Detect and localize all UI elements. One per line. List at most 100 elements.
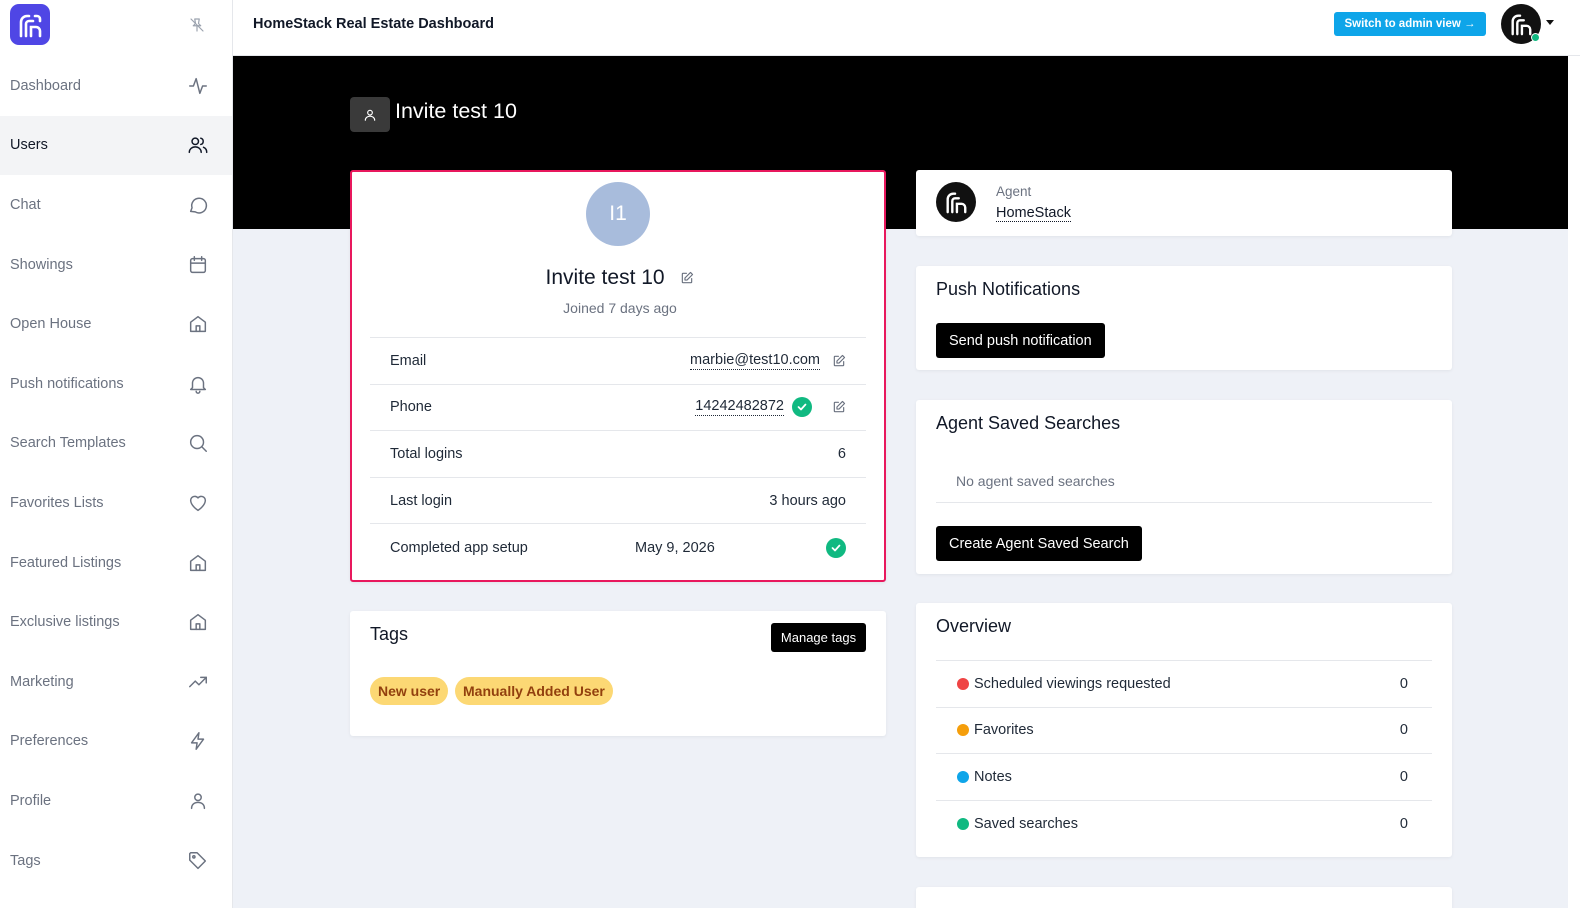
- overview-label: Notes: [974, 768, 1012, 785]
- page-title: Invite test 10: [395, 99, 517, 123]
- email-label: Email: [390, 352, 427, 369]
- tag-badge[interactable]: Manually Added User: [455, 677, 613, 705]
- empty-state-text: No agent saved searches: [936, 460, 1432, 503]
- push-notifications-title: Push Notifications: [936, 279, 1081, 299]
- sidebar-item-marketing[interactable]: Marketing: [0, 652, 232, 712]
- homestack-logo[interactable]: [10, 4, 50, 45]
- saved-searches-title: Agent Saved Searches: [936, 413, 1121, 433]
- sidebar-item-label: Users: [10, 137, 48, 154]
- chat-icon: [189, 197, 208, 214]
- agent-label: Agent: [996, 184, 1032, 199]
- create-saved-search-button[interactable]: Create Agent Saved Search: [936, 526, 1142, 561]
- phone-row: Phone 14242482872: [370, 385, 866, 432]
- email-value[interactable]: marbie@test10.com: [690, 352, 820, 370]
- agent-card: Agent HomeStack: [916, 170, 1452, 236]
- top-bar: HomeStack Real Estate Dashboard Switch t…: [233, 0, 1580, 56]
- status-dot: [957, 724, 969, 737]
- last-login-value: 3 hours ago: [769, 492, 846, 509]
- sidebar-item-label: Push notifications: [10, 375, 124, 392]
- next-card: [916, 887, 1452, 908]
- tag-badge[interactable]: New user: [370, 677, 449, 705]
- overview-label: Favorites: [974, 722, 1034, 739]
- list-item: Saved searches 0: [936, 801, 1432, 848]
- list-item: Notes 0: [936, 754, 1432, 801]
- agent-saved-searches-card: Agent Saved Searches No agent saved sear…: [916, 400, 1452, 574]
- tags-card: Tags Manage tags New user Manually Added…: [350, 611, 886, 736]
- pin-off-icon[interactable]: [188, 16, 206, 34]
- bell-icon: [189, 376, 207, 394]
- overview-title: Overview: [936, 616, 1012, 636]
- sidebar-nav: Dashboard Users Chat Showings Open House…: [0, 56, 232, 890]
- calendar-icon: [189, 255, 207, 273]
- edit-icon[interactable]: [832, 400, 846, 414]
- sidebar-item-label: Showings: [10, 256, 73, 273]
- scrollbar-track[interactable]: [1568, 56, 1580, 908]
- sidebar-item-tags[interactable]: Tags: [0, 831, 232, 891]
- manage-tags-button[interactable]: Manage tags: [771, 623, 866, 652]
- sidebar-item-preferences[interactable]: Preferences: [0, 712, 232, 772]
- phone-value[interactable]: 14242482872: [695, 398, 784, 417]
- sidebar-item-push-notifications[interactable]: Push notifications: [0, 354, 232, 414]
- sidebar-header: [0, 0, 232, 56]
- sidebar-item-favorites-lists[interactable]: Favorites Lists: [0, 473, 232, 533]
- sidebar-item-label: Dashboard: [10, 77, 81, 94]
- phone-label: Phone: [390, 399, 432, 416]
- users-icon: [188, 137, 208, 154]
- user-icon: [350, 97, 390, 132]
- completed-check-icon: [826, 537, 846, 558]
- user-name: Invite test 10: [545, 266, 665, 290]
- joined-text: Joined 7 days ago: [563, 300, 677, 316]
- total-logins-value: 6: [837, 445, 846, 462]
- sidebar-item-featured-listings[interactable]: Featured Listings: [0, 533, 232, 593]
- edit-icon[interactable]: [680, 271, 694, 285]
- sidebar-item-dashboard[interactable]: Dashboard: [0, 56, 232, 116]
- push-notifications-card: Push Notifications Send push notificatio…: [916, 266, 1452, 370]
- overview-label: Saved searches: [974, 815, 1078, 832]
- sidebar-item-open-house[interactable]: Open House: [0, 294, 232, 354]
- sidebar-item-label: Search Templates: [10, 435, 126, 452]
- sidebar-item-label: Marketing: [10, 673, 74, 690]
- agent-name-link[interactable]: HomeStack: [996, 205, 1071, 222]
- sidebar-item-label: Favorites Lists: [10, 494, 104, 511]
- tags-title: Tags: [370, 624, 409, 644]
- overview-value: 0: [1399, 722, 1408, 739]
- edit-icon[interactable]: [832, 354, 846, 368]
- status-dot: [957, 770, 969, 783]
- home-icon: [189, 554, 207, 571]
- sidebar-item-exclusive-listings[interactable]: Exclusive listings: [0, 592, 232, 652]
- switch-to-admin-button[interactable]: Switch to admin view →: [1334, 12, 1486, 36]
- agent-avatar: [936, 182, 976, 222]
- tag-icon: [189, 851, 207, 869]
- online-status-dot: [1531, 33, 1540, 42]
- send-push-notification-button[interactable]: Send push notification: [936, 323, 1105, 358]
- overview-value: 0: [1399, 768, 1408, 785]
- list-item: Scheduled viewings requested 0: [936, 661, 1432, 708]
- user-info-list: Email marbie@test10.com Phone 1424248287…: [370, 337, 866, 571]
- sidebar-item-showings[interactable]: Showings: [0, 235, 232, 295]
- sidebar: Dashboard Users Chat Showings Open House…: [0, 0, 233, 908]
- sidebar-item-profile[interactable]: Profile: [0, 771, 232, 831]
- activity-icon: [189, 77, 207, 94]
- sidebar-item-label: Profile: [10, 792, 52, 809]
- user-icon: [190, 793, 206, 809]
- last-login-label: Last login: [390, 492, 453, 509]
- list-item: Favorites 0: [936, 708, 1432, 754]
- app-title: HomeStack Real Estate Dashboard: [253, 16, 494, 32]
- chevron-down-icon[interactable]: [1546, 20, 1554, 25]
- user-name-row: Invite test 10: [352, 266, 888, 290]
- avatar: I1: [586, 182, 650, 246]
- app-setup-date: May 9, 2026: [635, 539, 715, 556]
- sidebar-item-label: Tags: [10, 852, 41, 869]
- verified-check-icon: [792, 397, 812, 418]
- total-logins-label: Total logins: [390, 445, 463, 462]
- sidebar-item-search-templates[interactable]: Search Templates: [0, 414, 232, 474]
- trending-up-icon: [189, 676, 207, 688]
- app-setup-label: Completed app setup: [390, 539, 528, 556]
- sidebar-item-users[interactable]: Users: [0, 115, 232, 176]
- status-dot: [957, 677, 969, 690]
- heart-icon: [189, 495, 207, 512]
- email-row: Email marbie@test10.com: [370, 338, 866, 385]
- sidebar-item-chat[interactable]: Chat: [0, 175, 232, 235]
- home-icon: [189, 316, 207, 333]
- search-icon: [189, 435, 207, 453]
